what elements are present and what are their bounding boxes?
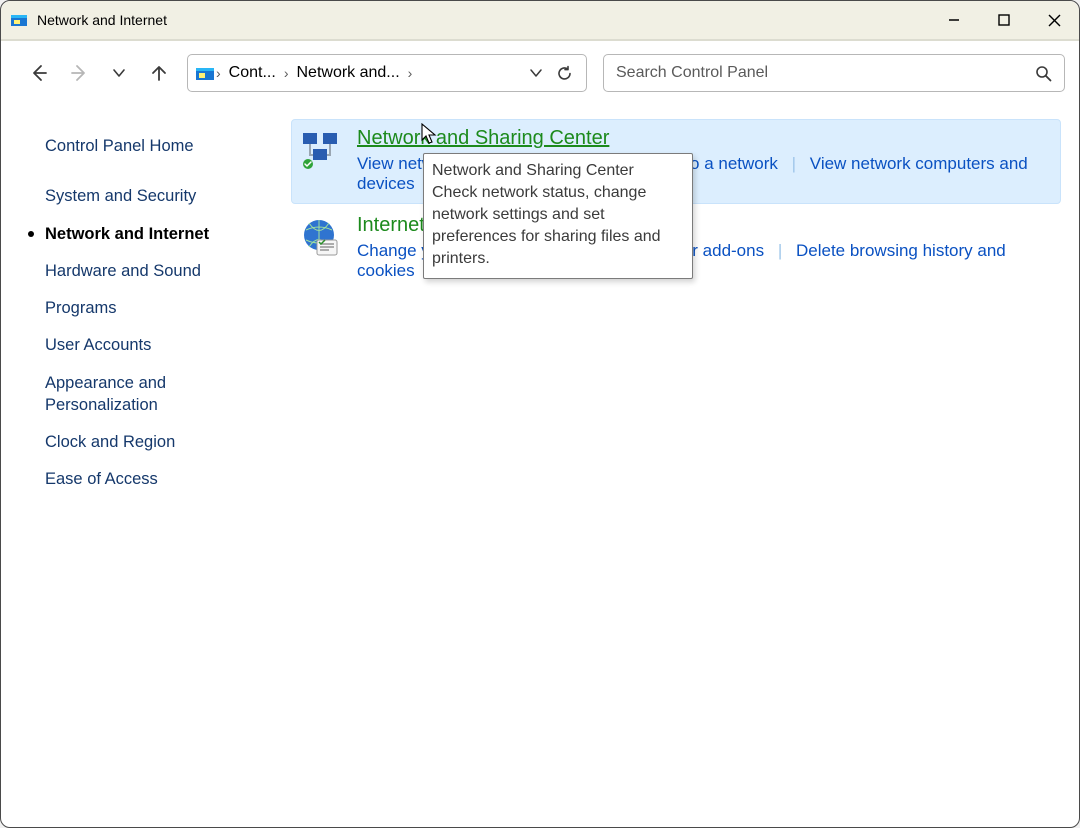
forward-button[interactable]	[61, 55, 97, 91]
sidebar-item-clock-region[interactable]: Clock and Region	[45, 431, 267, 453]
sidebar-item-appearance[interactable]: Appearance and Personalization	[45, 372, 215, 417]
sidebar-item-user-accounts[interactable]: User Accounts	[45, 334, 267, 356]
search-icon[interactable]	[1035, 65, 1052, 82]
tooltip-body: Check network status, change network set…	[432, 182, 684, 270]
refresh-icon	[556, 65, 573, 82]
content-area: Network and Sharing Center View network …	[267, 105, 1079, 827]
breadcrumb-chev[interactable]: ›	[406, 65, 415, 81]
search-input[interactable]	[616, 64, 1035, 82]
category-title-network-sharing[interactable]: Network and Sharing Center	[357, 127, 609, 150]
address-bar[interactable]: › Cont... › Network and... ›	[187, 54, 587, 92]
sidebar-item-programs[interactable]: Programs	[45, 297, 267, 319]
search-bar[interactable]	[603, 54, 1065, 92]
toolbar: › Cont... › Network and... ›	[1, 41, 1079, 105]
back-button[interactable]	[21, 55, 57, 91]
arrow-left-icon	[29, 63, 49, 83]
minimize-button[interactable]	[929, 1, 979, 39]
window: Network and Internet	[0, 0, 1080, 828]
breadcrumb-chev[interactable]: ›	[214, 65, 223, 81]
chevron-down-icon	[529, 66, 543, 80]
maximize-button[interactable]	[979, 1, 1029, 39]
addr-dropdown-button[interactable]	[522, 66, 550, 80]
recent-locations-button[interactable]	[101, 55, 137, 91]
sidebar-item-ease-access[interactable]: Ease of Access	[45, 468, 267, 490]
refresh-button[interactable]	[550, 65, 578, 82]
content-body: Control Panel Home System and Security N…	[1, 105, 1079, 827]
sidebar-item-system-security[interactable]: System and Security	[45, 185, 267, 207]
close-icon	[1048, 14, 1061, 27]
up-button[interactable]	[141, 55, 177, 91]
sidebar-item-hardware-sound[interactable]: Hardware and Sound	[45, 260, 267, 282]
app-icon	[11, 12, 27, 28]
internet-options-icon	[301, 218, 341, 258]
network-sharing-icon	[301, 131, 341, 171]
sidebar-item-network-internet[interactable]: Network and Internet	[45, 223, 267, 245]
tooltip-title: Network and Sharing Center	[432, 160, 684, 182]
breadcrumb-seg-1[interactable]: Cont...	[223, 64, 282, 82]
maximize-icon	[998, 14, 1010, 26]
close-button[interactable]	[1029, 1, 1079, 39]
arrow-up-icon	[149, 63, 169, 83]
breadcrumb-seg-2[interactable]: Network and...	[290, 64, 405, 82]
tooltip: Network and Sharing Center Check network…	[423, 153, 693, 279]
breadcrumb-chev[interactable]: ›	[282, 65, 291, 81]
sidebar: Control Panel Home System and Security N…	[1, 105, 267, 827]
sidebar-item-home[interactable]: Control Panel Home	[45, 135, 267, 157]
arrow-right-icon	[69, 63, 89, 83]
minimize-icon	[948, 14, 960, 26]
control-panel-icon	[196, 64, 214, 82]
window-title: Network and Internet	[37, 12, 167, 28]
window-controls	[929, 1, 1079, 39]
chevron-down-icon	[111, 65, 127, 81]
titlebar: Network and Internet	[1, 1, 1079, 39]
